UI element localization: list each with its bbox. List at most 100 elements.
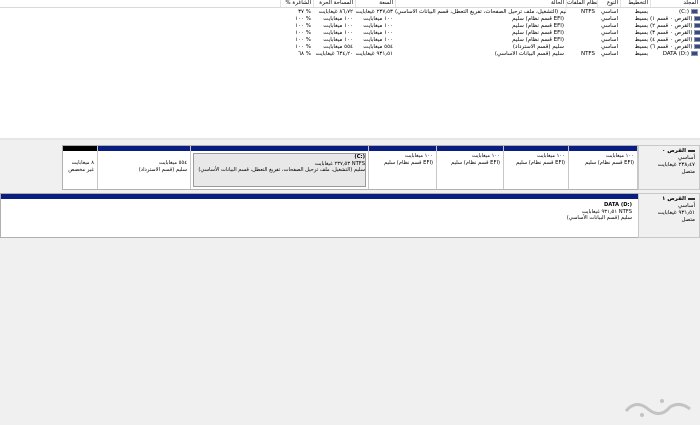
volume-free: ١٠٠ ميغابايت	[323, 16, 353, 22]
volume-row-disk0-part4[interactable]: (القرص ٠ قسم ٤) بسيط أساسي سليم (قسم نظا…	[0, 37, 700, 44]
partition-status: سليم (التشغيل، ملف ترحيل الصفحات، تفريغ …	[198, 167, 365, 173]
disk1-label[interactable]: القرص ١ أساسي ٩٣١٫٥١ غيغابايت متصل	[638, 193, 700, 238]
volume-type: أساسي	[600, 16, 618, 22]
col-capacity[interactable]: السعة	[355, 0, 395, 7]
volume-status: سليم (قسم نظام EFI)	[512, 30, 564, 36]
disk-map: القرص ٠ أساسي ٢٣٨٫٤٧ غيغابايت متصل ١٠٠ م…	[0, 140, 700, 425]
volume-layout: بسيط	[634, 51, 648, 57]
volume-status: سليم (قسم نظام EFI)	[512, 37, 564, 43]
col-layout[interactable]: التخطيط	[620, 0, 650, 7]
disk1-size: ٩٣١٫٥١ غيغابايت	[657, 210, 695, 216]
volume-capacity: ٩٣١٫٥١ غيغابايت	[355, 51, 393, 57]
volume-icon	[694, 30, 700, 35]
volume-status: سليم (قسم نظام EFI)	[512, 23, 564, 29]
volume-status: سليم (قسم البيانات الأساسي)	[494, 51, 564, 57]
disk0-unallocated[interactable]: ٨ ميغابايت غير مخصص	[63, 146, 98, 189]
col-filesystem[interactable]: نظام الملفات	[566, 0, 597, 7]
volume-icon	[694, 44, 700, 49]
volume-type: أساسي	[600, 30, 618, 36]
volume-layout: بسيط	[634, 37, 648, 43]
partition-status: سليم (قسم نظام EFI)	[516, 159, 565, 166]
col-status[interactable]: الحالة	[395, 0, 566, 7]
disk0-partitions: ١٠٠ ميغابايت سليم (قسم نظام EFI) ١٠٠ ميغا…	[62, 145, 638, 190]
disk1-partitions: DATA (D:) ٩٣١٫٥١ غيغابايت NTFS سليم (قسم ا…	[0, 193, 638, 238]
disk0-partition-c[interactable]: (C:) ٢٣٧٫٥٣ غيغابايت NTFS سليم (التشغيل، م…	[191, 146, 369, 189]
column-header-row: المجلد التخطيط النوع نظام الملفات الحالة…	[0, 0, 700, 8]
partition-status: سليم (قسم نظام EFI)	[585, 159, 634, 166]
disk-icon	[688, 149, 695, 152]
disk0-label[interactable]: القرص ٠ أساسي ٢٣٨٫٤٧ غيغابايت متصل	[638, 145, 700, 190]
volume-name: (القرص ٠ قسم ٣)	[650, 30, 693, 36]
volume-name: (القرص ٠ قسم ٤)	[650, 37, 693, 43]
volume-layout: بسيط	[634, 23, 648, 29]
watermark-logo	[624, 399, 691, 417]
volume-row-disk0-part6[interactable]: (القرص ٠ قسم ٦) بسيط أساسي سليم (قسم الا…	[0, 44, 700, 51]
partition-status: غير مخصص	[68, 166, 94, 173]
volume-percent-free: ٣٧ %	[298, 9, 311, 15]
volume-free: ١٠٠ ميغابايت	[323, 23, 353, 29]
volume-status: سليم (قسم نظام EFI)	[512, 16, 564, 22]
volume-filesystem	[566, 23, 597, 30]
volume-name: DATA (D:)	[662, 51, 689, 57]
disk1-title: القرص ١	[661, 196, 686, 202]
col-type[interactable]: النوع	[597, 0, 620, 7]
partition-status: سليم (قسم الاسترداد)	[138, 166, 187, 173]
volume-capacity: ١٠٠ ميغابايت	[363, 30, 393, 36]
disk0-partition-4[interactable]: ١٠٠ ميغابايت سليم (قسم نظام EFI)	[369, 146, 437, 189]
volume-free: ٥٥٤ ميغابايت	[323, 44, 353, 50]
volume-icon	[691, 51, 698, 56]
volume-name: (القرص ٠ قسم ٦)	[650, 44, 693, 50]
disk1-type: أساسي	[677, 203, 695, 209]
volume-name: (C:)	[679, 9, 689, 15]
volume-row-disk0-part1[interactable]: (القرص ٠ قسم ١) بسيط أساسي سليم (قسم نظا…	[0, 16, 700, 23]
volume-name: (القرص ٠ قسم ٢)	[650, 23, 693, 29]
volume-icon	[691, 9, 698, 14]
volume-free: ٨٦٫٧٢ غيغابايت	[318, 9, 353, 15]
volume-row-disk0-part2[interactable]: (القرص ٠ قسم ٢) بسيط أساسي سليم (قسم نظا…	[0, 23, 700, 30]
disk0-type: أساسي	[677, 155, 695, 161]
volume-capacity: ٢٣٧٫٥٣ غيغابايت	[355, 9, 393, 15]
volume-row-c[interactable]: (C:) بسيط أساسي NTFS سليم (التشغيل، ملف …	[0, 9, 700, 16]
volume-free: ١٠٠ ميغابايت	[323, 30, 353, 36]
volume-filesystem	[566, 30, 597, 37]
col-free-space[interactable]: المساحة الحرة	[313, 0, 355, 7]
disk0-title: القرص ٠	[661, 148, 686, 154]
volume-filesystem	[566, 44, 597, 51]
volume-type: أساسي	[600, 9, 618, 15]
volume-percent-free: ١٠٠ %	[295, 16, 311, 22]
disk1-partition-data[interactable]: DATA (D:) ٩٣١٫٥١ غيغابايت NTFS سليم (قسم ا…	[1, 194, 638, 237]
volume-status: سليم (قسم الاسترداد)	[512, 44, 564, 50]
volume-type: أساسي	[600, 44, 618, 50]
volume-layout: بسيط	[634, 16, 648, 22]
volume-capacity: ١٠٠ ميغابايت	[363, 16, 393, 22]
volume-icon	[694, 16, 700, 21]
volume-type: أساسي	[600, 37, 618, 43]
col-percent-free[interactable]: % الشاغرة	[280, 0, 313, 7]
partition-status: سليم (قسم البيانات الأساسي)	[566, 215, 632, 221]
disk0-size: ٢٣٨٫٤٧ غيغابايت	[657, 162, 695, 168]
volume-type: أساسي	[600, 51, 618, 57]
volume-percent-free: ١٠٠ %	[295, 37, 311, 43]
disk0-partition-2[interactable]: ١٠٠ ميغابايت سليم (قسم نظام EFI)	[504, 146, 569, 189]
volume-layout: بسيط	[634, 44, 648, 50]
volume-capacity: ١٠٠ ميغابايت	[363, 37, 393, 43]
partition-status: سليم (قسم نظام EFI)	[451, 159, 500, 166]
col-volume[interactable]: المجلد	[650, 0, 700, 7]
volume-capacity: ٥٥٤ ميغابايت	[363, 44, 393, 50]
volume-filesystem	[566, 16, 597, 23]
volume-row-disk0-part3[interactable]: (القرص ٠ قسم ٣) بسيط أساسي سليم (قسم نظا…	[0, 30, 700, 37]
volume-free: ٦٣٤٫٢٠ غيغابايت	[315, 51, 353, 57]
volume-filesystem: NTFS	[580, 51, 595, 57]
volume-percent-free: ٦٨ %	[298, 51, 311, 57]
volume-free: ١٠٠ ميغابايت	[323, 37, 353, 43]
disk0-partition-1[interactable]: ١٠٠ ميغابايت سليم (قسم نظام EFI)	[569, 146, 638, 189]
volume-list: المجلد التخطيط النوع نظام الملفات الحالة…	[0, 0, 700, 138]
volume-capacity: ١٠٠ ميغابايت	[363, 23, 393, 29]
disk0-partition-recovery[interactable]: ٥٥٤ ميغابايت سليم (قسم الاسترداد)	[98, 146, 191, 189]
volume-status: سليم (التشغيل، ملف ترحيل الصفحات، تفريغ …	[395, 9, 566, 15]
volume-percent-free: ١٠٠ %	[295, 30, 311, 36]
disk-icon	[688, 197, 695, 200]
volume-row-data-d[interactable]: DATA (D:) بسيط أساسي NTFS سليم (قسم البي…	[0, 51, 700, 58]
volume-name: (القرص ٠ قسم ١)	[650, 16, 693, 22]
disk0-partition-3[interactable]: ١٠٠ ميغابايت سليم (قسم نظام EFI)	[437, 146, 504, 189]
